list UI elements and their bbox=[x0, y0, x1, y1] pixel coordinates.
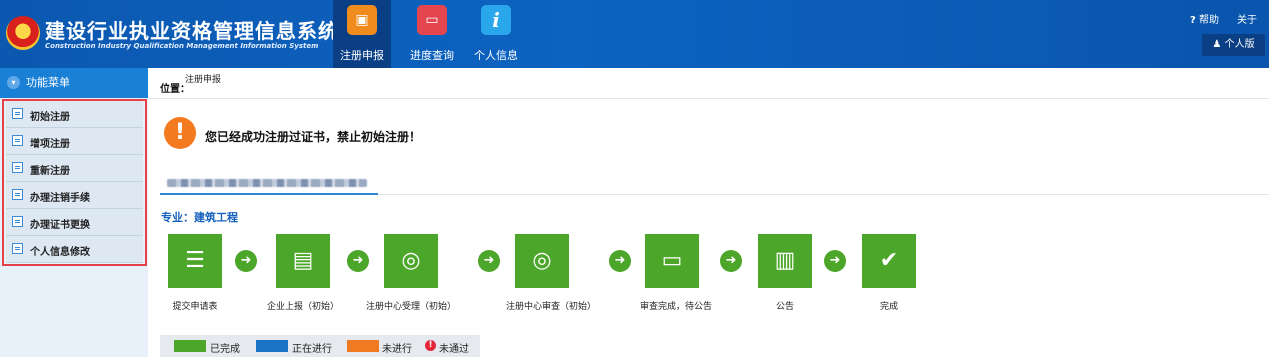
menu-item-label: 增项注册 bbox=[30, 139, 70, 150]
nav-label: 注册申报 bbox=[340, 49, 384, 62]
menu-item-label: 办理注销手续 bbox=[30, 193, 90, 204]
step-label: 企业上报（初始） bbox=[266, 302, 340, 312]
step-label: 注册中心审查（初始） bbox=[505, 302, 597, 312]
folder-lock-icon: ▤ bbox=[292, 248, 314, 273]
menu-item-re-registration[interactable]: 重新注册 bbox=[6, 155, 143, 182]
menu-item-label: 办理证书更换 bbox=[30, 220, 90, 231]
step-complete: ✔ bbox=[862, 234, 916, 288]
submit-form-icon: ☰ bbox=[185, 248, 205, 273]
user-icon: ♟ bbox=[1212, 39, 1222, 50]
warning-message: 您已经成功注册过证书，禁止初始注册！ bbox=[205, 130, 422, 144]
help-link[interactable]: ? 帮助 bbox=[1190, 11, 1219, 26]
legend-swatch-not-started bbox=[347, 340, 379, 352]
nav-registration[interactable]: ▣ 注册申报 bbox=[333, 0, 391, 68]
help-icon: ? bbox=[1190, 15, 1196, 26]
breadcrumb-value: 注册申报 bbox=[185, 75, 222, 85]
arrow-right-icon: ➜ bbox=[347, 250, 369, 272]
failed-status-icon: ! bbox=[425, 340, 436, 351]
info-icon: i bbox=[481, 5, 511, 35]
arrow-right-icon: ➜ bbox=[609, 250, 631, 272]
collapse-icon: ▾ bbox=[7, 76, 20, 89]
step-label: 审查完成，待公告 bbox=[639, 302, 713, 312]
menu-item-certificate-replacement[interactable]: 办理证书更换 bbox=[6, 209, 143, 236]
registration-book-icon: ▣ bbox=[347, 5, 377, 35]
breadcrumb: 位置： 注册申报 bbox=[148, 68, 1269, 99]
monitor-icon: ▭ bbox=[417, 5, 447, 35]
step-label: 完成 bbox=[879, 302, 899, 312]
step-submit-form: ☰ bbox=[168, 234, 222, 288]
globe-search-icon: ◎ bbox=[401, 248, 421, 273]
comment-icon bbox=[12, 135, 23, 146]
computer-user-icon: ▭ bbox=[661, 248, 683, 273]
legend-swatch-completed bbox=[174, 340, 206, 352]
arrow-right-icon: ➜ bbox=[824, 250, 846, 272]
step-center-accept: ◎ bbox=[384, 234, 438, 288]
status-legend: 已完成 正在进行 未进行 ! 未通过 bbox=[160, 335, 480, 357]
warning-icon: ! bbox=[164, 117, 196, 149]
calendar-icon bbox=[12, 243, 23, 254]
menu-item-initial-registration[interactable]: 初始注册 bbox=[6, 101, 143, 128]
arrow-right-icon: ➜ bbox=[720, 250, 742, 272]
step-label: 公告 bbox=[775, 302, 795, 312]
version-label: 个人版 bbox=[1224, 39, 1255, 50]
personal-version-button[interactable]: ♟ 个人版 bbox=[1202, 34, 1265, 56]
menu-item-personal-info-edit[interactable]: 个人信息修改 bbox=[6, 236, 143, 263]
sidebar: ▾ 功能菜单 初始注册 增项注册 重新注册 办理注销手续 办理证书更换 个人信息… bbox=[0, 68, 148, 357]
step-review-complete: ▭ bbox=[645, 234, 699, 288]
arrow-right-icon: ➜ bbox=[478, 250, 500, 272]
step-label: 注册中心受理（初始） bbox=[365, 302, 457, 312]
help-label: 帮助 bbox=[1199, 15, 1219, 26]
menu-item-label: 重新注册 bbox=[30, 166, 70, 177]
app-subtitle: Construction Industry Qualification Mana… bbox=[45, 42, 319, 50]
nav-progress-query[interactable]: ▭ 进度查询 bbox=[403, 0, 461, 68]
step-announcement: ▥ bbox=[758, 234, 812, 288]
calendar-icon bbox=[12, 189, 23, 200]
top-header: 建设行业执业资格管理信息系统 Construction Industry Qua… bbox=[0, 0, 1269, 68]
list-icon bbox=[12, 108, 23, 119]
nav-label: 进度查询 bbox=[410, 49, 454, 62]
document-folder-icon: ▥ bbox=[774, 248, 796, 273]
active-tab-underline bbox=[160, 193, 378, 195]
legend-label-not-started: 未进行 bbox=[382, 344, 412, 355]
function-menu-header[interactable]: ▾ 功能菜单 bbox=[0, 68, 148, 98]
legend-label-in-progress: 正在进行 bbox=[292, 344, 332, 355]
app-title: 建设行业执业资格管理信息系统 bbox=[45, 19, 339, 43]
edit-icon bbox=[12, 162, 23, 173]
menu-item-label: 初始注册 bbox=[30, 112, 70, 123]
step-label: 提交申请表 bbox=[172, 302, 218, 312]
national-emblem-icon bbox=[6, 16, 40, 50]
nav-label: 个人信息 bbox=[474, 49, 518, 62]
legend-swatch-in-progress bbox=[256, 340, 288, 352]
menu-item-add-registration[interactable]: 增项注册 bbox=[6, 128, 143, 155]
globe-search-icon: ◎ bbox=[532, 248, 552, 273]
blurred-certificate-tab[interactable] bbox=[167, 179, 367, 187]
menu-item-label: 个人信息修改 bbox=[30, 247, 90, 258]
about-link[interactable]: 关于 bbox=[1237, 11, 1257, 26]
specialty-label: 专业：建筑工程 bbox=[161, 211, 238, 224]
legend-label-completed: 已完成 bbox=[210, 344, 240, 355]
menu-highlight-box: 初始注册 增项注册 重新注册 办理注销手续 办理证书更换 个人信息修改 bbox=[2, 99, 147, 266]
nav-personal-info[interactable]: i 个人信息 bbox=[467, 0, 525, 68]
calendar-icon bbox=[12, 216, 23, 227]
menu-title: 功能菜单 bbox=[26, 76, 70, 89]
checkmark-icon: ✔ bbox=[879, 248, 899, 273]
step-center-review: ◎ bbox=[515, 234, 569, 288]
legend-label-failed: 未通过 bbox=[439, 344, 469, 355]
menu-item-cancellation[interactable]: 办理注销手续 bbox=[6, 182, 143, 209]
arrow-right-icon: ➜ bbox=[235, 250, 257, 272]
step-enterprise-report: ▤ bbox=[276, 234, 330, 288]
